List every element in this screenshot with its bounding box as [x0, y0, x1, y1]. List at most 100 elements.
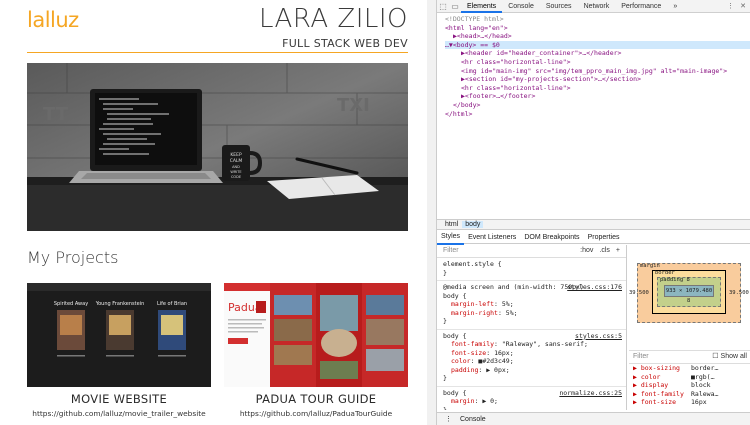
svg-text:WRITE: WRITE — [230, 170, 241, 174]
tab-console[interactable]: Console — [502, 0, 540, 13]
styles-filter-input[interactable]: Filter :hov .cls + — [437, 245, 626, 258]
page-scrollbar[interactable] — [427, 0, 436, 425]
css-rule[interactable]: element.style {} — [437, 258, 626, 281]
project-link[interactable]: https://github.com/lalluz/PaduaTourGuide — [224, 409, 408, 418]
devtools-tabbar: ⬚ ▭ Elements Console Sources Network Per… — [437, 0, 750, 13]
dom-node[interactable]: ▶<header id="header_container">…</header… — [445, 49, 750, 58]
crumb-body[interactable]: body — [462, 221, 484, 228]
rule-source-link[interactable]: styles.css:176 — [567, 283, 622, 292]
webpage-viewport: lalluz LARA ZILIO FULL STACK WEB DEV TT … — [0, 0, 436, 425]
new-rule-button[interactable]: + — [616, 247, 620, 256]
rule-source-link[interactable]: styles.css:5 — [575, 332, 622, 341]
dom-node[interactable]: ▶<footer>…</footer> — [445, 92, 750, 101]
crumb-html[interactable]: html — [445, 221, 458, 228]
dom-node[interactable]: …▼<body> == $0 — [445, 40, 750, 50]
dom-node[interactable]: <hr class="horizontal-line"> — [445, 58, 750, 67]
dom-tree[interactable]: <!DOCTYPE html> <html lang="en"> ▶<head>…<… — [437, 13, 750, 218]
tab-network[interactable]: Network — [578, 0, 616, 13]
site-logo[interactable]: lalluz — [27, 8, 79, 32]
dom-node[interactable]: ▶<section id="my-projects-section">…</se… — [445, 75, 750, 84]
class-toggle[interactable]: .cls — [599, 247, 610, 256]
dom-node[interactable]: <html lang="en"> — [445, 24, 750, 33]
computed-pane: Filter ☐ Show all ▶ box-sizing border… ▶ c… — [629, 350, 750, 410]
box-model-padding: padding 8 933 × 1079.480 8 — [657, 277, 721, 307]
dom-node[interactable]: <!DOCTYPE html> — [445, 15, 750, 24]
styles-pane: Filter :hov .cls + element.style {} @medi… — [437, 245, 627, 410]
breadcrumb: html body — [437, 219, 750, 230]
box-model-content[interactable]: 933 × 1079.480 — [664, 285, 714, 297]
svg-text:AND: AND — [232, 165, 240, 169]
mug-text: KEEP — [230, 152, 242, 158]
computed-property[interactable]: ▶ box-sizing border… — [629, 364, 750, 372]
margin-right-value[interactable]: 39.500 — [729, 290, 749, 296]
css-rules-list: element.style {} @media screen and (min-w… — [437, 258, 626, 410]
more-tabs-icon[interactable]: » — [667, 0, 683, 13]
rule-source-link[interactable]: normalize.css:25 — [559, 389, 622, 398]
tab-performance[interactable]: Performance — [615, 0, 667, 13]
computed-property[interactable]: ▶ color ■rgb(… — [629, 373, 750, 381]
styles-subtabs: Styles Event Listeners DOM Breakpoints P… — [437, 230, 750, 245]
margin-left-value[interactable]: 39.500 — [629, 290, 649, 296]
drawer-menu-icon[interactable]: ⋮ — [445, 415, 452, 423]
wall-carving-left: TT — [43, 104, 69, 125]
hero-image: TT TXI KEEP CALM AND WRITE CODE — [27, 63, 408, 231]
box-model-border: border padding 8 933 × 1079.480 8 — [652, 270, 726, 314]
computed-property[interactable]: ▶ display block — [629, 381, 750, 389]
project-title: PADUA TOUR GUIDE — [255, 392, 377, 406]
dom-node[interactable]: <hr class="horizontal-line"> — [445, 84, 750, 93]
css-rule[interactable]: normalize.css:25 body {margin: ▶ 0;} — [437, 387, 626, 411]
rule-close: } — [443, 374, 447, 382]
css-declaration[interactable]: color: ■#2d3c49; — [443, 357, 620, 366]
drawer-console-tab[interactable]: Console — [460, 416, 486, 423]
project-title: MOVIE WEBSITE — [70, 392, 168, 406]
more-options-icon[interactable]: ⋮ — [727, 2, 734, 10]
horizontal-line — [27, 52, 408, 53]
close-icon[interactable]: ✕ — [740, 2, 746, 10]
rule-selector: body { — [443, 291, 467, 300]
site-owner-name: LARA ZILIO — [258, 4, 408, 34]
device-toolbar-icon[interactable]: ▭ — [449, 2, 461, 11]
hover-toggle[interactable]: :hov — [580, 247, 593, 256]
project-thumbnail-movie[interactable]: Spirited Away Young Frankenstein Life of… — [27, 283, 211, 387]
project-card-padua[interactable]: Padua PADUA TOUR GUIDE https://github.co… — [224, 283, 408, 418]
tab-elements[interactable]: Elements — [461, 0, 503, 13]
rule-selector: element.style { — [443, 260, 502, 268]
dom-node[interactable]: ▶<head>…</head> — [445, 32, 750, 41]
projects-heading: My Projects — [27, 248, 119, 267]
css-rule[interactable]: styles.css:5 body {font-family: "Raleway"… — [437, 330, 626, 387]
css-declaration[interactable]: margin: ▶ 0; — [443, 397, 620, 406]
tab-dom-breakpoints[interactable]: DOM Breakpoints — [520, 231, 583, 244]
rule-close: } — [443, 268, 447, 277]
rule-close: } — [443, 405, 447, 411]
project-link[interactable]: https://github.com/lalluz/movie_trailer_… — [27, 409, 211, 418]
inspect-icon[interactable]: ⬚ — [437, 2, 449, 11]
computed-property[interactable]: ▶ font-family Ralewa… — [629, 390, 750, 398]
svg-text:CODE: CODE — [231, 175, 241, 179]
tab-sources[interactable]: Sources — [540, 0, 578, 13]
computed-filter-input[interactable]: Filter ☐ Show all — [629, 350, 750, 365]
svg-text:CALM: CALM — [230, 158, 243, 164]
project-card-movie[interactable]: Spirited Away Young Frankenstein Life of… — [27, 283, 211, 418]
movie-label: Life of Brian — [157, 301, 187, 307]
dom-node[interactable]: </body> — [445, 101, 750, 110]
tab-styles[interactable]: Styles — [437, 230, 465, 245]
show-all-checkbox[interactable]: ☐ Show all — [712, 353, 747, 361]
box-model-margin: margin border padding 8 933 × 1079.480 8 — [637, 263, 741, 323]
css-rule[interactable]: @media screen and (min-width: 750px) styl… — [437, 281, 626, 330]
movie-label: Young Frankenstein — [95, 301, 145, 307]
css-declaration[interactable]: margin-right: 5%; — [443, 309, 620, 318]
project-thumbnail-padua[interactable]: Padua — [224, 283, 408, 387]
css-declaration[interactable]: margin-left: 5%; — [443, 300, 620, 309]
dom-node[interactable]: <img id="main-img" src="img/tem_ppro_mai… — [445, 67, 750, 76]
computed-property[interactable]: ▶ font-size 16px — [629, 398, 750, 406]
css-declaration[interactable]: padding: ▶ 0px; — [443, 366, 620, 375]
tab-properties[interactable]: Properties — [584, 231, 624, 244]
dom-node[interactable]: </html> — [445, 110, 750, 119]
css-declaration[interactable]: font-size: 16px; — [443, 349, 620, 358]
css-declaration[interactable]: font-family: "Raleway", sans-serif; — [443, 340, 620, 349]
box-model-diagram: margin border padding 8 933 × 1079.480 8… — [629, 245, 750, 350]
rule-close: } — [443, 317, 447, 325]
wall-carving-right: TXI — [337, 95, 370, 116]
tab-event-listeners[interactable]: Event Listeners — [464, 231, 520, 244]
console-drawer[interactable]: ⋮ Console — [437, 412, 750, 425]
